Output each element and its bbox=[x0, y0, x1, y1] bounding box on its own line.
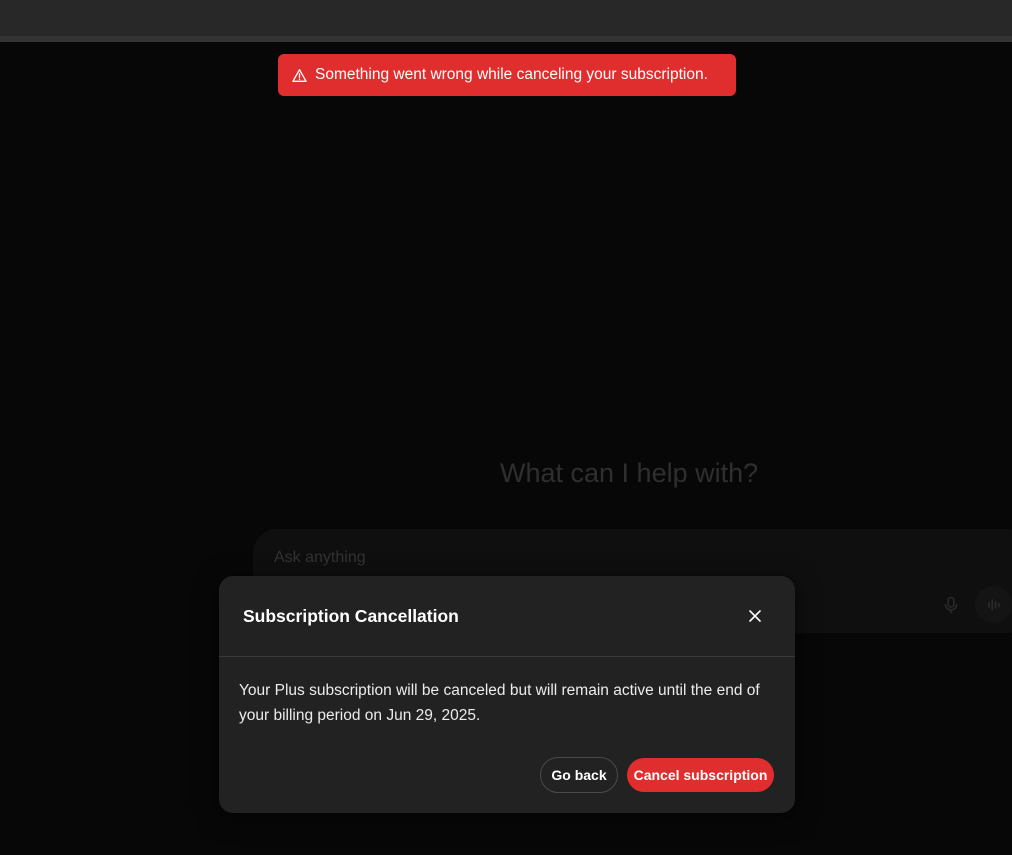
cancel-subscription-button[interactable]: Cancel subscription bbox=[627, 758, 774, 792]
browser-top-bar bbox=[0, 0, 1012, 36]
go-back-button[interactable]: Go back bbox=[540, 757, 618, 793]
voice-mode-icon[interactable] bbox=[975, 586, 1012, 623]
dialog-title: Subscription Cancellation bbox=[243, 606, 459, 626]
close-icon[interactable] bbox=[743, 604, 767, 628]
hero-title: What can I help with? bbox=[500, 458, 759, 488]
warning-triangle-icon bbox=[292, 68, 307, 83]
toast-message: Something went wrong while canceling you… bbox=[315, 66, 708, 83]
cancellation-dialog: Subscription Cancellation Your Plus subs… bbox=[219, 576, 795, 813]
prompt-input[interactable] bbox=[274, 549, 874, 567]
dialog-message: Your Plus subscription will be canceled … bbox=[239, 682, 760, 724]
microphone-icon[interactable] bbox=[939, 593, 963, 617]
dialog-divider bbox=[219, 656, 795, 657]
error-toast: Something went wrong while canceling you… bbox=[278, 54, 736, 96]
